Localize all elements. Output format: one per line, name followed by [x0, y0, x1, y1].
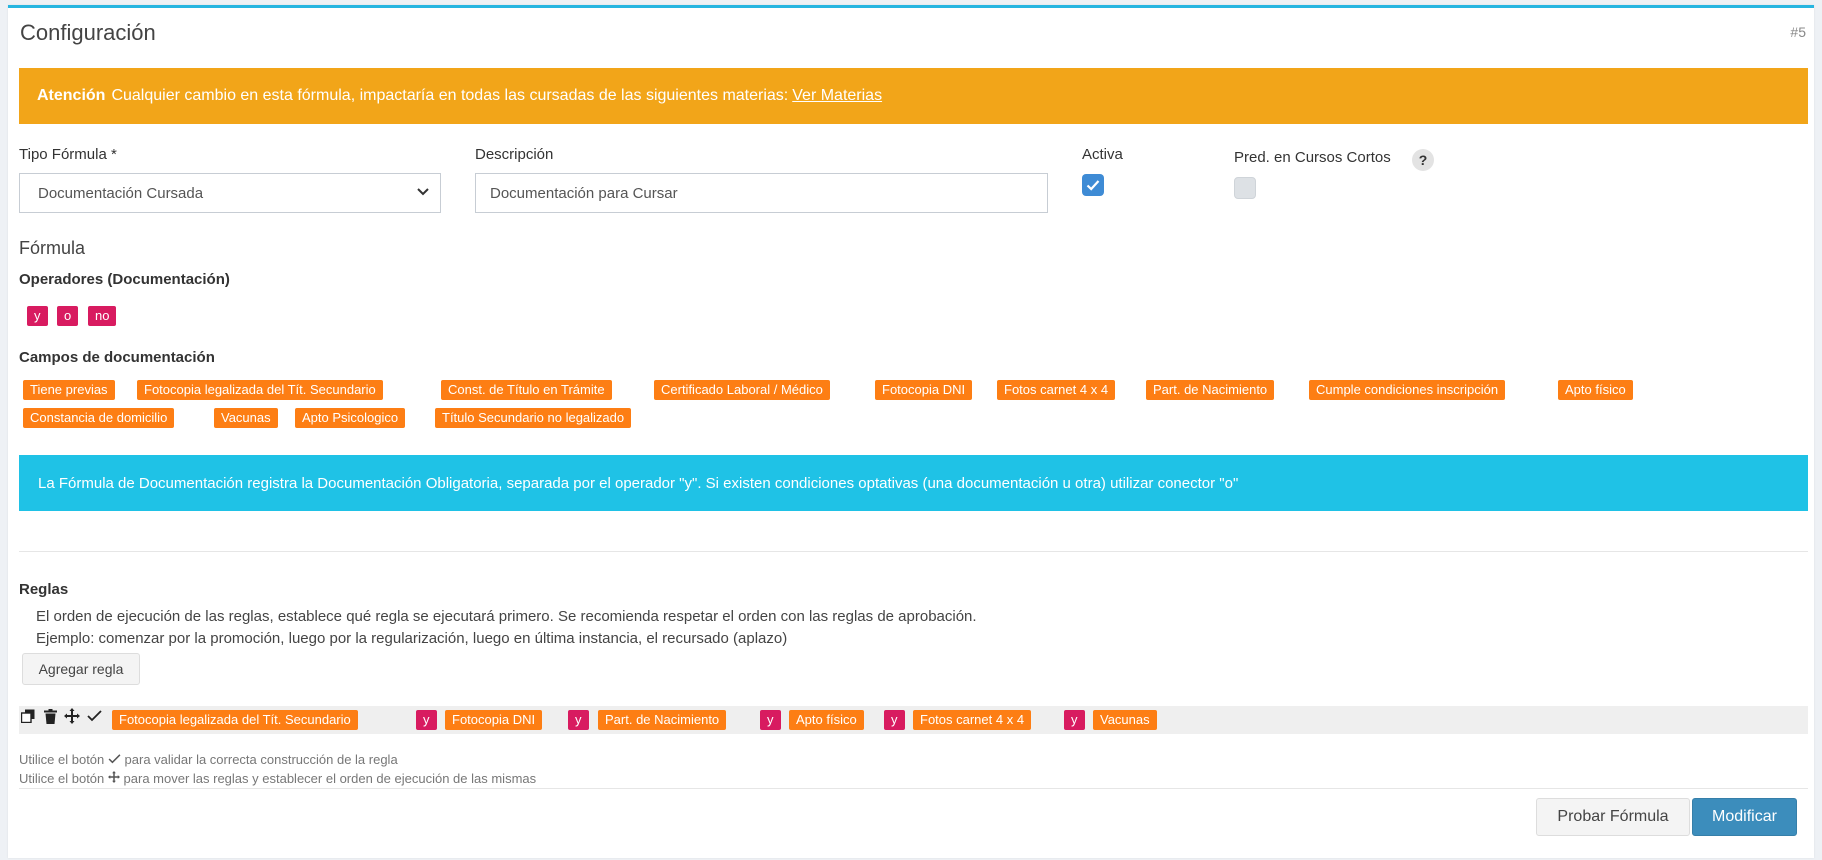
descripcion-label: Descripción — [475, 146, 554, 163]
rule-actions — [20, 708, 102, 724]
rule-token[interactable]: y — [568, 710, 589, 730]
agregar-regla-button[interactable]: Agregar regla — [22, 653, 140, 685]
info-text: La Fórmula de Documentación registra la … — [38, 474, 1239, 492]
info-alert: La Fórmula de Documentación registra la … — [19, 455, 1808, 511]
rule-token[interactable]: Part. de Nacimiento — [598, 710, 727, 730]
ver-materias-link[interactable]: Ver Materias — [792, 87, 882, 105]
alert-text: Cualquier cambio en esta fórmula, impact… — [111, 87, 789, 104]
field-tag[interactable]: Vacunas — [214, 408, 278, 428]
warning-alert: Atención Cualquier cambio en esta fórmul… — [19, 68, 1808, 124]
record-id: #5 — [1790, 24, 1806, 40]
reglas-description-2: Ejemplo: comenzar por la promoción, lueg… — [36, 630, 788, 647]
move-icon[interactable] — [64, 708, 80, 724]
validate-hint-post: para validar la correcta construcción de… — [124, 752, 398, 767]
rule-token[interactable]: Vacunas — [1093, 710, 1157, 730]
operadores-label: Operadores (Documentación) — [19, 271, 230, 288]
field-tag[interactable]: Certificado Laboral / Médico — [654, 380, 830, 400]
reglas-description-1: El orden de ejecución de las reglas, est… — [36, 608, 977, 625]
activa-checkbox[interactable] — [1082, 174, 1104, 196]
field-tag[interactable]: Apto Psicologico — [295, 408, 406, 428]
descripcion-input[interactable]: Documentación para Cursar — [475, 173, 1048, 213]
configuration-card: Configuración #5 Atención Cualquier camb… — [8, 5, 1814, 858]
divider — [19, 551, 1808, 552]
field-tag[interactable]: Fotos carnet 4 x 4 — [997, 380, 1116, 400]
help-icon[interactable]: ? — [1412, 149, 1434, 171]
validate-hint: Utilice el botón para validar la correct… — [19, 752, 398, 767]
campos-label: Campos de documentación — [19, 349, 215, 366]
rule-token[interactable]: y — [416, 710, 437, 730]
pred-cursos-cortos-checkbox[interactable] — [1234, 177, 1256, 199]
field-tag[interactable]: Título Secundario no legalizado — [435, 408, 632, 428]
field-tag[interactable]: Cumple condiciones inscripción — [1309, 380, 1506, 400]
move-hint: Utilice el botón para mover las reglas y… — [19, 771, 536, 786]
rule-token[interactable]: Fotos carnet 4 x 4 — [913, 710, 1032, 730]
trash-icon[interactable] — [42, 708, 58, 724]
rule-token[interactable]: y — [760, 710, 781, 730]
footer-divider — [19, 788, 1808, 789]
validate-hint-pre: Utilice el botón — [19, 752, 105, 767]
move-icon — [107, 771, 120, 783]
field-tag[interactable]: Tiene previas — [23, 380, 115, 400]
chevron-down-icon — [416, 184, 430, 201]
check-icon — [1086, 180, 1100, 191]
move-hint-post: para mover las reglas y establecer el or… — [123, 771, 537, 786]
operator-tag[interactable]: no — [88, 306, 117, 326]
field-tag[interactable]: Constancia de domicilio — [23, 408, 175, 428]
rule-token[interactable]: y — [884, 710, 905, 730]
card-title: Configuración — [20, 20, 156, 45]
operator-tag[interactable]: y — [27, 306, 48, 326]
operator-tag[interactable]: o — [57, 306, 79, 326]
check-icon — [108, 754, 121, 764]
move-hint-pre: Utilice el botón — [19, 771, 105, 786]
rule-token[interactable]: Fotocopia DNI — [445, 710, 543, 730]
formula-title: Fórmula — [19, 238, 86, 258]
copy-icon[interactable] — [20, 708, 36, 724]
rule-token[interactable]: Apto físico — [789, 710, 864, 730]
tipo-formula-select[interactable]: Documentación Cursada — [19, 173, 441, 213]
probar-formula-button[interactable]: Probar Fórmula — [1536, 798, 1690, 836]
activa-label: Activa — [1082, 146, 1123, 163]
pred-cursos-cortos-label: Pred. en Cursos Cortos — [1234, 149, 1391, 166]
reglas-title: Reglas — [19, 581, 69, 598]
field-tag[interactable]: Const. de Título en Trámite — [441, 380, 612, 400]
field-tag[interactable]: Fotocopia DNI — [875, 380, 973, 400]
tipo-formula-label: Tipo Fórmula * — [19, 146, 117, 163]
field-tag[interactable]: Part. de Nacimiento — [1146, 380, 1275, 400]
rule-token[interactable]: Fotocopia legalizada del Tít. Secundario — [112, 710, 358, 730]
validate-icon[interactable] — [86, 708, 102, 724]
alert-strong: Atención — [37, 87, 106, 104]
rule-token[interactable]: y — [1064, 710, 1085, 730]
modificar-button[interactable]: Modificar — [1692, 798, 1797, 836]
descripcion-value: Documentación para Cursar — [490, 184, 678, 202]
field-tag[interactable]: Fotocopia legalizada del Tít. Secundario — [137, 380, 383, 400]
tipo-formula-value: Documentación Cursada — [38, 184, 204, 202]
field-tag[interactable]: Apto físico — [1558, 380, 1633, 400]
